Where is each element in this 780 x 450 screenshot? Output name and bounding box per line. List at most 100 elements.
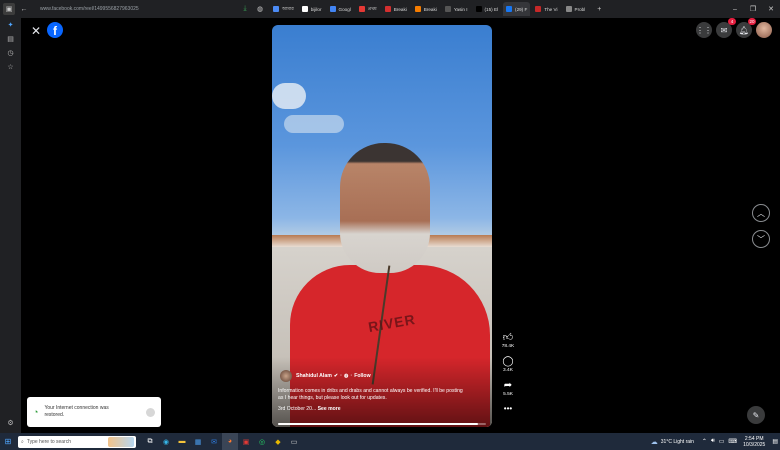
messenger-badge: 4 — [728, 18, 736, 25]
notification-center-icon[interactable]: ▤ — [772, 438, 778, 445]
browser-tab[interactable]: (29) F — [503, 2, 531, 16]
sidebar-toggle-icon[interactable]: ▣ — [3, 3, 15, 15]
minimize-icon[interactable]: – — [726, 6, 744, 13]
tab-label: আমার — [282, 6, 294, 11]
facebook-logo[interactable]: f — [47, 22, 63, 38]
browser-tab[interactable]: bijilor — [299, 2, 325, 16]
tab-label: প্রথম — [367, 6, 377, 11]
task-view-icon[interactable]: ⧉ — [142, 433, 158, 450]
tab-favicon-icon — [414, 6, 421, 12]
whatsapp-icon[interactable]: ◎ — [254, 433, 270, 450]
search-placeholder: Type here to search — [26, 438, 72, 445]
messenger-icon[interactable]: ✉ 4 — [716, 18, 736, 38]
settings-icon[interactable]: ⚙ — [0, 416, 21, 430]
browser-tab[interactable]: আমার — [270, 2, 297, 16]
like-count: 78.4K — [501, 344, 515, 349]
browser-tab[interactable]: The Vi — [532, 2, 560, 16]
profile-avatar[interactable] — [756, 22, 772, 38]
language-icon[interactable]: ⌨ — [728, 438, 737, 445]
cloud-rain-icon: ☁ — [650, 438, 658, 446]
notifications-icon[interactable]: 🔔︎ 20 — [736, 18, 756, 38]
separator: · — [350, 373, 353, 379]
favorites-icon[interactable]: ☆ — [0, 60, 21, 74]
reel-author: Shahidul Alam ✔ · ◍ · Follow — [280, 370, 371, 382]
browser-tab[interactable]: Googl — [327, 2, 354, 16]
edge-icon[interactable]: ◉ — [158, 433, 174, 450]
tab-favicon-icon — [565, 6, 572, 12]
clock[interactable]: 2:54 PM 10/3/2025 — [743, 436, 765, 448]
weather-text: 31°C Light rain — [660, 438, 694, 445]
share-count: 5.5K — [503, 392, 513, 397]
video-progress[interactable] — [278, 423, 486, 425]
toast-dismiss-button[interactable] — [146, 407, 155, 417]
terminal-icon[interactable]: ▭ — [286, 433, 302, 450]
browser-tab[interactable]: Probl — [563, 2, 589, 16]
copilot-icon[interactable]: ✦ — [0, 18, 21, 32]
connection-toast: ◔ Your Internet connection was restored. — [27, 397, 161, 427]
reel-viewer: ✕ f ⋮⋮ ✉ 4 🔔︎ 20 RIVER Shahidul Alam ✔ ·… — [21, 18, 780, 433]
previous-reel-button[interactable]: ︿ — [752, 204, 770, 222]
firefox-icon[interactable]: ◕ — [222, 433, 238, 450]
reel-date-text: 3rd October 20... — [278, 406, 317, 412]
browser-tab[interactable]: Breaki — [412, 2, 440, 16]
taskbar-search[interactable]: ⌕ Type here to search — [18, 435, 136, 448]
author-avatar[interactable] — [280, 370, 292, 382]
tab-favicon-icon — [475, 6, 482, 12]
browser-tab[interactable]: প্রথম — [356, 2, 380, 16]
more-action[interactable]: ••• — [504, 404, 512, 413]
file-explorer-icon[interactable]: ▬ — [174, 433, 190, 450]
header-actions: ⋮⋮ ✉ 4 🔔︎ 20 — [696, 18, 772, 38]
verified-icon: ✔ — [333, 373, 339, 379]
network-icon[interactable]: ▭ — [719, 438, 725, 445]
compose-icon[interactable]: ✎ — [747, 406, 765, 424]
more-icon[interactable]: ••• — [504, 404, 512, 413]
address-bar[interactable]: www.facebook.com/reel/1499556827963025 — [36, 3, 236, 15]
collections-icon[interactable]: ▤ — [0, 32, 21, 46]
menu-grid-icon[interactable]: ⋮⋮ — [696, 22, 712, 38]
browser-tab[interactable]: Yasin I — [442, 2, 471, 16]
media-icon[interactable]: ▣ — [238, 433, 254, 450]
browser-tab[interactable]: Breaki — [382, 2, 410, 16]
download-icon[interactable]: ⤓ — [239, 3, 251, 15]
author-name[interactable]: Shahidul Alam — [296, 373, 332, 379]
search-icon: ⌕ — [21, 438, 24, 445]
see-more-link[interactable]: See more — [318, 406, 341, 412]
extension-icon[interactable]: ◍ — [254, 3, 266, 15]
reel-caption: Information comes in dribs and drabs and… — [278, 388, 463, 401]
close-window-icon[interactable]: ✕ — [762, 5, 780, 13]
toast-message: Your Internet connection was restored. — [44, 405, 109, 418]
tab-favicon-icon — [506, 6, 513, 12]
tab-favicon-icon — [301, 6, 308, 12]
share-action[interactable]: ➦ 5.5K — [503, 380, 513, 397]
maximize-icon[interactable]: ❐ — [744, 5, 762, 13]
history-icon[interactable]: ◷ — [0, 46, 21, 60]
tray-chevron-icon[interactable]: ⌃ — [702, 438, 707, 445]
back-icon[interactable]: ← — [18, 3, 30, 15]
next-reel-button[interactable]: ﹀ — [752, 230, 770, 248]
weather-widget[interactable]: ☁ 31°C Light rain — [651, 438, 694, 446]
person-head — [340, 143, 430, 273]
windows-start-icon[interactable]: ⊞ — [0, 433, 16, 450]
follow-button[interactable]: Follow — [354, 373, 370, 379]
close-icon[interactable]: ✕ — [29, 24, 43, 38]
maps-icon[interactable]: ◆ — [270, 433, 286, 450]
cloud — [272, 83, 306, 109]
browser-tab[interactable]: (15) El — [473, 2, 502, 16]
like-action[interactable]: 👍︎ 78.4K — [502, 331, 515, 349]
mail-icon[interactable]: ✉ — [206, 433, 222, 450]
taskbar-apps: ⧉ ◉ ▬ ▦ ✉ ◕ ▣ ◎ ◆ ▭ — [142, 433, 302, 450]
share-icon[interactable]: ➦ — [504, 380, 512, 391]
taskbar: ⊞ ⌕ Type here to search ⧉ ◉ ▬ ▦ ✉ ◕ ▣ ◎ … — [0, 433, 780, 450]
volume-icon[interactable]: 🔊︎ — [711, 438, 715, 445]
reel-video[interactable]: RIVER Shahidul Alam ✔ · ◍ · Follow Infor… — [272, 25, 492, 427]
tab-label: Breaki — [423, 6, 437, 12]
like-icon[interactable]: 👍︎ — [503, 331, 513, 343]
tab-strip: আমার bijilor Googl প্রথম Breaki Breaki Yasin I… — [270, 0, 590, 18]
comment-action[interactable]: ◯ 3.4K — [502, 356, 513, 373]
new-tab-icon[interactable]: + — [593, 3, 605, 15]
comment-icon[interactable]: ◯ — [502, 356, 513, 367]
tab-favicon-icon — [384, 6, 391, 12]
store-icon[interactable]: ▦ — [190, 433, 206, 450]
tab-label: (15) El — [484, 6, 499, 12]
tab-favicon-icon — [358, 6, 365, 12]
